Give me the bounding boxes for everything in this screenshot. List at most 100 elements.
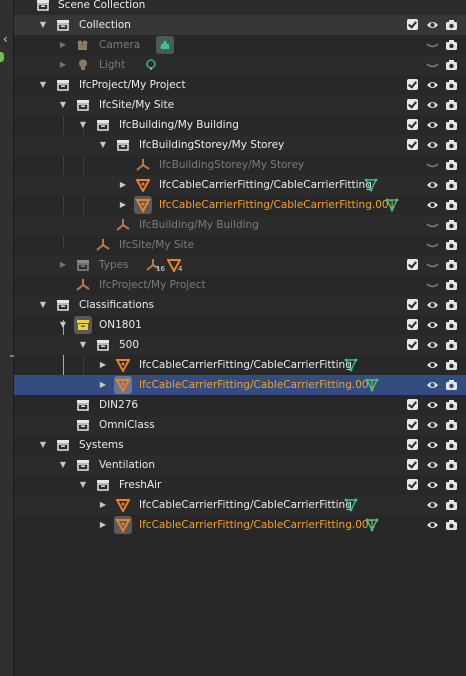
- camera-icon[interactable]: [445, 19, 458, 31]
- eye-icon[interactable]: [426, 439, 439, 451]
- camera-icon[interactable]: [445, 219, 458, 231]
- triangle-right-icon[interactable]: ▶: [99, 381, 107, 389]
- triangle-right-icon[interactable]: ▶: [99, 361, 107, 369]
- row-ifcproject[interactable]: ▼ IfcProject/My Project: [14, 75, 466, 95]
- mesh-data-icon[interactable]: [344, 498, 358, 512]
- triangle-down-icon[interactable]: ▼: [79, 341, 87, 349]
- row-din276[interactable]: DIN276: [14, 395, 466, 415]
- eye-closed-icon[interactable]: [426, 239, 439, 251]
- row-500-cable-fitting-001-selected[interactable]: ▶ IfcCableCarrierFitting/CableCarrierFit…: [14, 375, 466, 395]
- checkbox-checked-icon[interactable]: [407, 19, 418, 30]
- triangle-down-icon[interactable]: ▼: [59, 321, 67, 329]
- checkbox-checked-icon[interactable]: [407, 419, 418, 430]
- camera-icon[interactable]: [445, 499, 458, 511]
- row-freshair-cable-fitting-001[interactable]: ▶ IfcCableCarrierFitting/CableCarrierFit…: [14, 515, 466, 535]
- eye-icon[interactable]: [426, 139, 439, 151]
- camera-icon[interactable]: [445, 179, 458, 191]
- triangle-down-icon[interactable]: ▼: [39, 301, 47, 309]
- camera-icon[interactable]: [445, 259, 458, 271]
- checkbox-checked-icon[interactable]: [407, 259, 418, 270]
- row-cable-fitting-001[interactable]: ▶ IfcCableCarrierFitting/CableCarrierFit…: [14, 195, 466, 215]
- triangle-down-icon[interactable]: ▼: [79, 481, 87, 489]
- checkbox-checked-icon[interactable]: [407, 299, 418, 310]
- camera-icon[interactable]: [445, 39, 458, 51]
- row-500-cable-fitting[interactable]: ▶ IfcCableCarrierFitting/CableCarrierFit…: [14, 355, 466, 375]
- eye-icon[interactable]: [426, 79, 439, 91]
- row-ifcbuildingstorey-empty[interactable]: IfcBuildingStorey/My Storey: [14, 155, 466, 175]
- eye-icon[interactable]: [426, 399, 439, 411]
- eye-icon[interactable]: [426, 459, 439, 471]
- triangle-right-icon[interactable]: ▶: [119, 181, 127, 189]
- row-scene-collection[interactable]: Scene Collection: [14, 0, 466, 15]
- camera-icon[interactable]: [445, 339, 458, 351]
- eye-closed-icon[interactable]: [426, 59, 439, 71]
- camera-icon[interactable]: [445, 59, 458, 71]
- camera-icon[interactable]: [445, 79, 458, 91]
- camera-data-icon[interactable]: [156, 36, 174, 54]
- eye-icon[interactable]: [426, 479, 439, 491]
- triangle-right-icon[interactable]: ▶: [59, 41, 67, 49]
- row-types[interactable]: ▶ Types 16 4: [14, 255, 466, 275]
- triangle-right-icon[interactable]: ▶: [59, 261, 67, 269]
- camera-icon[interactable]: [445, 519, 458, 531]
- eye-icon[interactable]: [426, 339, 439, 351]
- row-collection[interactable]: ▼ Collection: [14, 15, 466, 35]
- row-freshair[interactable]: ▼ FreshAir: [14, 475, 466, 495]
- checkbox-checked-icon[interactable]: [407, 99, 418, 110]
- camera-icon[interactable]: [445, 199, 458, 211]
- collapse-sidebar-arrow-icon[interactable]: ‹: [3, 33, 13, 45]
- mesh-data-icon[interactable]: [365, 378, 379, 392]
- eye-icon[interactable]: [426, 519, 439, 531]
- mesh-data-icon[interactable]: [364, 178, 378, 192]
- eye-closed-icon[interactable]: [426, 39, 439, 51]
- eye-closed-icon[interactable]: [426, 279, 439, 291]
- eye-closed-icon[interactable]: [426, 159, 439, 171]
- camera-icon[interactable]: [445, 239, 458, 251]
- row-camera[interactable]: ▶ Camera: [14, 35, 466, 55]
- row-ifcsite[interactable]: ▼ IfcSite/My Site: [14, 95, 466, 115]
- row-ifcproject-empty[interactable]: IfcProject/My Project: [14, 275, 466, 295]
- eye-closed-icon[interactable]: [426, 259, 439, 271]
- checkbox-checked-icon[interactable]: [407, 479, 418, 490]
- camera-icon[interactable]: [445, 419, 458, 431]
- triangle-down-icon[interactable]: ▼: [79, 121, 87, 129]
- row-ifcbuilding[interactable]: ▼ IfcBuilding/My Building: [14, 115, 466, 135]
- triangle-down-icon[interactable]: ▼: [59, 101, 67, 109]
- triangle-down-icon[interactable]: ▼: [39, 441, 47, 449]
- row-ifcsite-empty[interactable]: IfcSite/My Site: [14, 235, 466, 255]
- checkbox-checked-icon[interactable]: [407, 79, 418, 90]
- eye-icon[interactable]: [426, 419, 439, 431]
- row-systems[interactable]: ▼ Systems: [14, 435, 466, 455]
- camera-icon[interactable]: [445, 459, 458, 471]
- row-ifcbuildingstorey[interactable]: ▼ IfcBuildingStorey/My Storey: [14, 135, 466, 155]
- checkbox-checked-icon[interactable]: [407, 339, 418, 350]
- eye-icon[interactable]: [426, 319, 439, 331]
- row-light[interactable]: ▶ Light: [14, 55, 466, 75]
- camera-icon[interactable]: [445, 479, 458, 491]
- light-data-icon[interactable]: [144, 58, 158, 72]
- eye-closed-icon[interactable]: [426, 219, 439, 231]
- triangle-down-icon[interactable]: ▼: [39, 21, 47, 29]
- mesh-data-icon[interactable]: [344, 358, 358, 372]
- triangle-right-icon[interactable]: ▶: [99, 521, 107, 529]
- eye-icon[interactable]: [426, 499, 439, 511]
- camera-icon[interactable]: [445, 159, 458, 171]
- eye-icon[interactable]: [426, 119, 439, 131]
- row-ventilation[interactable]: ▼ Ventilation: [14, 455, 466, 475]
- camera-icon[interactable]: [445, 379, 458, 391]
- checkbox-checked-icon[interactable]: [407, 319, 418, 330]
- eye-icon[interactable]: [426, 359, 439, 371]
- eye-icon[interactable]: [426, 199, 439, 211]
- checkbox-checked-icon[interactable]: [407, 439, 418, 450]
- camera-icon[interactable]: [445, 299, 458, 311]
- checkbox-checked-icon[interactable]: [407, 119, 418, 130]
- eye-icon[interactable]: [426, 99, 439, 111]
- row-ifcbuilding-empty[interactable]: IfcBuilding/My Building: [14, 215, 466, 235]
- row-omniclass[interactable]: OmniClass: [14, 415, 466, 435]
- camera-icon[interactable]: [445, 399, 458, 411]
- mesh-data-icon[interactable]: [385, 198, 399, 212]
- row-on1801[interactable]: ▼ ON1801: [14, 315, 466, 335]
- checkbox-checked-icon[interactable]: [407, 139, 418, 150]
- eye-icon[interactable]: [426, 179, 439, 191]
- checkbox-checked-icon[interactable]: [407, 399, 418, 410]
